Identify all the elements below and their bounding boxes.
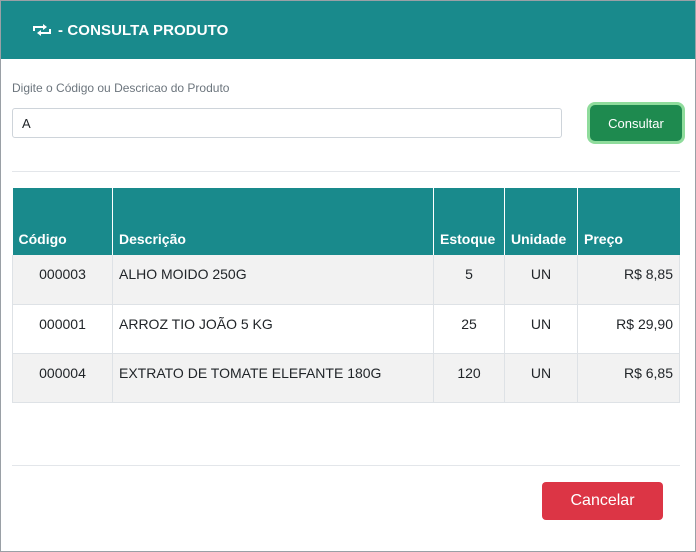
col-header-preco[interactable]: Preço: [577, 188, 680, 255]
col-header-descricao[interactable]: Descrição: [112, 188, 434, 255]
cell-codigo: 000003: [12, 255, 113, 305]
cell-preco: R$ 6,85: [577, 353, 680, 403]
cell-estoque: 120: [433, 353, 505, 403]
cell-unidade: UN: [504, 353, 578, 403]
table-header-row: Código Descrição Estoque Unidade Preço: [12, 188, 680, 255]
search-input[interactable]: [12, 108, 562, 138]
cell-unidade: UN: [504, 304, 578, 354]
table-row[interactable]: 000003 ALHO MOIDO 250G 5 UN R$ 8,85: [12, 255, 680, 305]
consulta-produto-modal: - CONSULTA PRODUTO Digite o Código ou De…: [0, 0, 696, 552]
cell-descricao: EXTRATO DE TOMATE ELEFANTE 180G: [112, 353, 434, 403]
divider: [12, 465, 680, 466]
modal-header: - CONSULTA PRODUTO: [1, 1, 695, 59]
col-header-unidade[interactable]: Unidade: [504, 188, 578, 255]
products-table: Código Descrição Estoque Unidade Preço 0…: [12, 188, 680, 403]
divider: [12, 171, 680, 172]
cell-codigo: 000004: [12, 353, 113, 403]
cell-unidade: UN: [504, 255, 578, 305]
cell-codigo: 000001: [12, 304, 113, 354]
table-row[interactable]: 000004 EXTRATO DE TOMATE ELEFANTE 180G 1…: [12, 353, 680, 403]
cell-preco: R$ 29,90: [577, 304, 680, 354]
repeat-icon: [32, 20, 52, 40]
search-label: Digite o Código ou Descricao do Produto: [12, 81, 230, 95]
consultar-button[interactable]: Consultar: [590, 105, 682, 141]
cell-descricao: ARROZ TIO JOÃO 5 KG: [112, 304, 434, 354]
cell-descricao: ALHO MOIDO 250G: [112, 255, 434, 305]
cancel-button[interactable]: Cancelar: [542, 482, 663, 520]
table-row[interactable]: 000001 ARROZ TIO JOÃO 5 KG 25 UN R$ 29,9…: [12, 304, 680, 354]
col-header-estoque[interactable]: Estoque: [433, 188, 505, 255]
modal-title: - CONSULTA PRODUTO: [58, 21, 229, 39]
col-header-codigo[interactable]: Código: [12, 188, 113, 255]
cell-estoque: 5: [433, 255, 505, 305]
cell-estoque: 25: [433, 304, 505, 354]
cell-preco: R$ 8,85: [577, 255, 680, 305]
